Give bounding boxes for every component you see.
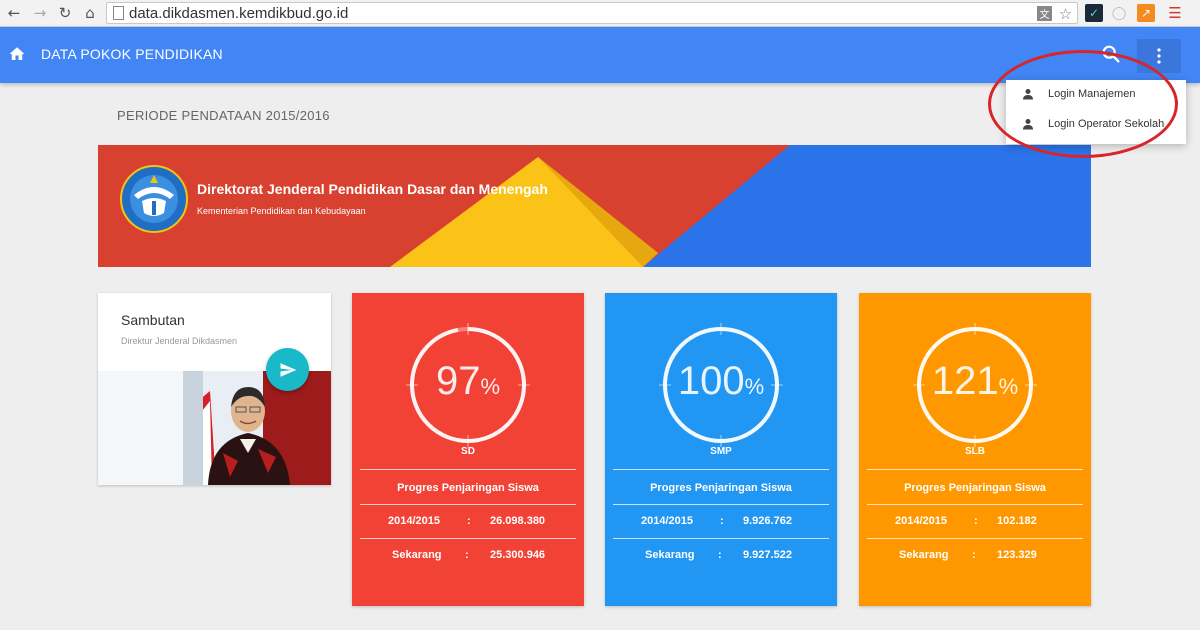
login-dropdown-menu: Login Manajemen Login Operator Sekolah [1006, 80, 1186, 144]
banner-subtitle: Kementerian Pendidikan dan Kebudayaan [197, 206, 366, 216]
person-icon [1023, 89, 1033, 100]
stat-card-smp[interactable]: 100% SMP Progres Penjaringan Siswa 2014/201… [605, 293, 837, 606]
banner: Direktorat Jenderal Pendidikan Dasar dan… [98, 145, 1091, 267]
menu-item-label: Login Manajemen [1048, 88, 1136, 100]
percent-value: 121% [931, 359, 1019, 403]
progress-label: Progres Penjaringan Siswa [650, 482, 792, 494]
forward-arrow-icon[interactable]: → [30, 3, 50, 23]
translate-icon[interactable]: 文 [1037, 6, 1052, 21]
app-header: DATA POKOK PENDIDIKAN [0, 27, 1200, 83]
progress-label: Progres Penjaringan Siswa [904, 482, 1046, 494]
school-level-label: SLB [965, 446, 985, 457]
row-label: Sekarang [645, 549, 695, 561]
more-vert-icon [1157, 48, 1161, 64]
row-separator: : [718, 549, 722, 561]
reload-icon[interactable]: ↻ [55, 3, 75, 23]
sambutan-send-button[interactable] [266, 348, 309, 391]
stat-card-sd[interactable]: 97% SD Progres Penjaringan Siswa 2014/2015:… [352, 293, 584, 606]
percent-unit: % [998, 374, 1019, 399]
divider [613, 504, 829, 505]
divider [867, 538, 1083, 539]
row-label: Sekarang [899, 549, 949, 561]
send-icon [280, 362, 296, 377]
sambutan-title: Sambutan [121, 312, 185, 328]
sambutan-subtitle: Direktur Jenderal Dikdasmen [121, 336, 238, 346]
school-level-label: SMP [710, 446, 732, 457]
extension-icon[interactable]: ✓ [1085, 4, 1103, 22]
menu-item-login-operator-sekolah[interactable]: Login Operator Sekolah [1006, 110, 1186, 140]
progress-label: Progres Penjaringan Siswa [397, 482, 539, 494]
school-level-label: SD [461, 446, 475, 457]
person-icon [1023, 119, 1033, 130]
page-icon [113, 6, 124, 20]
divider [360, 469, 576, 470]
home-icon[interactable] [8, 45, 26, 63]
search-icon[interactable] [1100, 43, 1122, 65]
row-value: 102.182 [997, 515, 1037, 527]
periode-label: PERIODE PENDATAAN 2015/2016 [117, 108, 330, 123]
row-value: 25.300.946 [490, 549, 546, 561]
more-options-button[interactable] [1137, 39, 1181, 73]
browser-home-icon[interactable]: ⌂ [80, 3, 100, 23]
stat-card-slb[interactable]: 121% SLB Progres Penjaringan Siswa 2014/201… [859, 293, 1091, 606]
menu-item-label: Login Operator Sekolah [1048, 118, 1165, 130]
row-value: 123.329 [997, 549, 1037, 561]
divider [867, 504, 1083, 505]
row-label: 2014/2015 [895, 515, 947, 527]
shield-icon[interactable]: ◯ [1110, 4, 1128, 22]
row-separator: : [467, 515, 471, 527]
bookmark-star-icon[interactable]: ☆ [1057, 5, 1074, 23]
row-value: 26.098.380 [490, 515, 546, 527]
divider [360, 538, 576, 539]
app-title[interactable]: DATA POKOK PENDIDIKAN [41, 46, 223, 62]
percent-unit: % [744, 374, 765, 399]
browser-toolbar: ← → ↻ ⌂ data.dikdasmen.kemdikbud.go.id 文… [0, 0, 1200, 27]
row-label: 2014/2015 [641, 515, 693, 527]
row-value: 9.927.522 [743, 549, 792, 561]
divider [867, 469, 1083, 470]
address-bar[interactable]: data.dikdasmen.kemdikbud.go.id 文 ☆ [106, 2, 1078, 24]
row-separator: : [974, 515, 978, 527]
banner-title: Direktorat Jenderal Pendidikan Dasar dan… [197, 181, 548, 197]
row-label: Sekarang [392, 549, 442, 561]
row-separator: : [972, 549, 976, 561]
analytics-extension-icon[interactable]: ↗ [1137, 4, 1155, 22]
percent-value: 97% [435, 359, 501, 403]
row-value: 9.926.762 [743, 515, 792, 527]
row-separator: : [465, 549, 469, 561]
back-arrow-icon[interactable]: ← [4, 3, 24, 23]
menu-item-login-manajemen[interactable]: Login Manajemen [1006, 80, 1186, 110]
row-label: 2014/2015 [388, 515, 440, 527]
browser-menu-icon[interactable]: ☰ [1166, 4, 1184, 22]
tut-wuri-handayani-logo [120, 165, 188, 233]
row-separator: : [720, 515, 724, 527]
divider [613, 469, 829, 470]
percent-unit: % [480, 374, 501, 399]
divider [613, 538, 829, 539]
divider [360, 504, 576, 505]
percent-value: 100% [677, 359, 765, 403]
url-text: data.dikdasmen.kemdikbud.go.id [129, 5, 349, 22]
